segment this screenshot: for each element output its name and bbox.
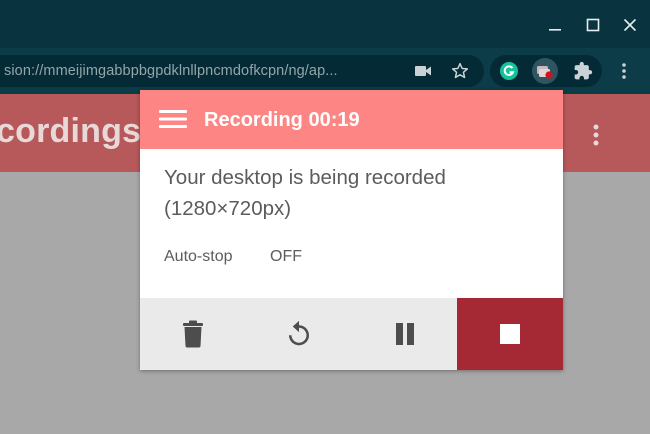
close-button[interactable] xyxy=(615,10,645,40)
pause-button[interactable] xyxy=(352,298,457,370)
maximize-icon xyxy=(586,18,600,32)
status-line: Your desktop is being recorded xyxy=(164,166,446,189)
popup-header: Recording 00:19 xyxy=(140,90,563,149)
browser-toolbar: sion://mmeijimgabbpbgpdklnllpncmdofkcpn/… xyxy=(0,48,650,94)
camera-icon xyxy=(415,66,431,76)
grammarly-extension-button[interactable] xyxy=(496,58,522,84)
resolution-line: (1280×720px) xyxy=(164,197,292,220)
star-icon xyxy=(451,62,469,79)
close-icon xyxy=(623,18,637,32)
screen-recorder-icon xyxy=(537,66,553,79)
recording-popup: Recording 00:19 Your desktop is being re… xyxy=(140,90,563,370)
page-title: cordings xyxy=(0,112,142,150)
autostop-label: Auto-stop xyxy=(164,248,233,265)
hamburger-icon xyxy=(159,110,187,128)
puzzle-icon xyxy=(574,61,593,80)
grammarly-icon xyxy=(500,62,518,80)
restart-icon xyxy=(289,320,309,346)
screen-recorder-extension-button[interactable] xyxy=(532,58,558,84)
trash-icon xyxy=(183,320,203,348)
screen: sion://mmeijimgabbpbgpdklnllpncmdofkcpn/… xyxy=(0,0,650,434)
url-text[interactable]: sion://mmeijimgabbpbgpdklnllpncmdofkcpn/… xyxy=(4,63,390,79)
restart-button[interactable] xyxy=(246,298,352,370)
minimize-icon xyxy=(549,29,561,31)
recording-timer-title: Recording 00:19 xyxy=(204,109,360,131)
extensions-area xyxy=(490,55,602,87)
browser-titlebar xyxy=(0,0,650,48)
delete-button[interactable] xyxy=(140,298,246,370)
extensions-button[interactable] xyxy=(570,58,596,84)
stop-button[interactable] xyxy=(457,298,563,370)
page-more-button[interactable] xyxy=(584,120,608,150)
stop-icon xyxy=(500,324,520,344)
menu-button[interactable] xyxy=(158,107,188,131)
recording-status: Your desktop is being recorded (1280×720… xyxy=(164,162,544,224)
address-bar[interactable]: sion://mmeijimgabbpbgpdklnllpncmdofkcpn/… xyxy=(0,55,484,87)
more-vert-icon xyxy=(593,124,599,146)
autostop-value[interactable]: OFF xyxy=(270,248,302,266)
browser-menu-button[interactable] xyxy=(612,59,636,83)
minimize-button[interactable] xyxy=(540,10,570,40)
maximize-button[interactable] xyxy=(578,10,608,40)
camera-button[interactable] xyxy=(411,59,435,83)
pause-icon xyxy=(395,323,414,345)
bookmark-button[interactable] xyxy=(448,59,472,83)
vertical-dots-icon xyxy=(622,63,626,79)
recording-controls xyxy=(140,298,563,370)
